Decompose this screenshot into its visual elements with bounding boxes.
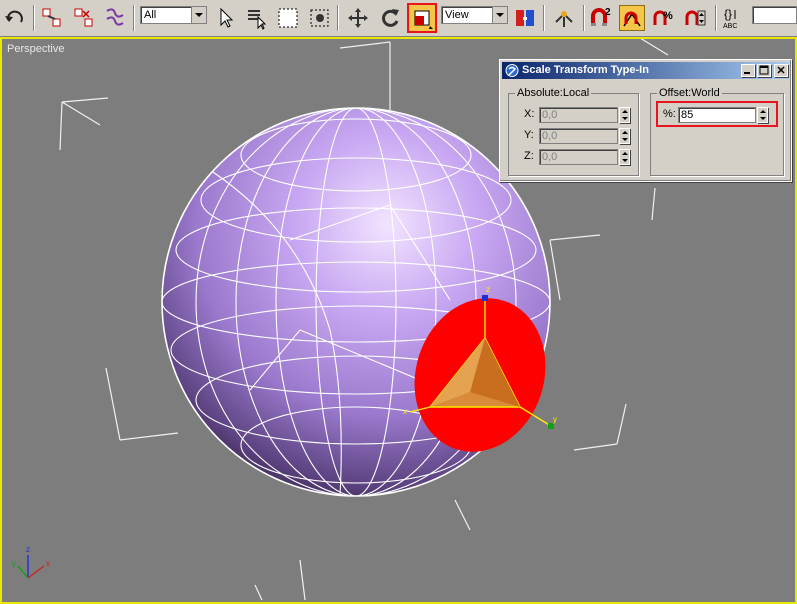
select-and-manipulate-icon[interactable]: [551, 5, 577, 31]
absolute-x-input[interactable]: 0,0: [539, 107, 618, 123]
bind-to-space-warp-icon[interactable]: [103, 5, 129, 31]
dialog-title: Scale Transform Type-In: [522, 64, 649, 76]
svg-text:{}: {}: [724, 7, 732, 21]
absolute-y-spinner[interactable]: [619, 128, 630, 144]
minimize-icon: [744, 72, 750, 74]
offset-percent-highlight: [656, 101, 778, 127]
selection-filter-value: All: [144, 9, 157, 21]
absolute-x-spinner[interactable]: [619, 107, 630, 123]
maximize-icon: [759, 65, 769, 75]
select-and-link-icon[interactable]: [39, 5, 65, 31]
undo-icon[interactable]: [2, 5, 28, 31]
z-label: Z:: [524, 150, 534, 162]
viewport-label[interactable]: Perspective: [7, 43, 64, 55]
spell-label: ABC: [723, 23, 737, 30]
edit-named-selection-sets-icon[interactable]: {} ABC: [721, 5, 747, 31]
percent-snap-label: %: [663, 10, 673, 22]
snaps-toggle-icon[interactable]: 2: [588, 5, 614, 31]
toolbar-separator: [543, 5, 545, 31]
maximize-button[interactable]: [757, 64, 771, 77]
absolute-z-spinner[interactable]: [619, 149, 630, 165]
toolbar-separator: [715, 5, 717, 31]
absolute-z-input[interactable]: 0,0: [539, 149, 618, 165]
window-crossing-icon[interactable]: [307, 5, 333, 31]
svg-text:2: 2: [605, 7, 611, 18]
select-and-rotate-icon[interactable]: [377, 5, 403, 31]
toolbar-separator: [583, 5, 585, 31]
percent-snap-toggle-icon[interactable]: %: [651, 5, 677, 31]
toolbar-separator: [337, 5, 339, 31]
select-and-move-icon[interactable]: [345, 5, 371, 31]
x-label: X:: [524, 108, 535, 120]
reference-coordinate-system-value: View: [445, 9, 469, 21]
select-by-name-icon[interactable]: [243, 5, 269, 31]
app-logo-icon: [505, 64, 519, 77]
absolute-local-group: Absolute:Local X: 0,0 Y: 0,0 Z: 0,0: [508, 87, 639, 176]
chevron-down-icon[interactable]: [191, 7, 206, 23]
spinner-snap-toggle-icon[interactable]: [683, 5, 709, 31]
toolbar-separator: [33, 5, 35, 31]
select-object-icon[interactable]: [212, 5, 238, 31]
select-and-scale-icon[interactable]: [407, 3, 437, 33]
y-label: Y:: [524, 129, 534, 141]
angle-snap-toggle-icon[interactable]: [619, 5, 645, 31]
minimize-button[interactable]: [741, 64, 755, 77]
absolute-y-input[interactable]: 0,0: [539, 128, 618, 144]
close-button[interactable]: [774, 64, 788, 77]
offset-world-title: Offset:World: [657, 87, 722, 99]
chevron-down-icon[interactable]: [492, 7, 507, 23]
unlink-selection-icon[interactable]: [71, 5, 97, 31]
main-toolbar: All View 2 % {} ABC: [0, 0, 797, 37]
named-selection-set-input[interactable]: [752, 6, 797, 24]
close-icon: [777, 66, 785, 74]
toolbar-separator: [133, 5, 135, 31]
rectangular-selection-region-icon[interactable]: [275, 5, 301, 31]
dialog-title-bar[interactable]: Scale Transform Type-In: [502, 62, 789, 79]
use-pivot-point-center-icon[interactable]: [512, 5, 538, 31]
selection-filter-dropdown[interactable]: All: [140, 6, 207, 24]
absolute-local-title: Absolute:Local: [515, 87, 592, 99]
reference-coordinate-system-dropdown[interactable]: View: [441, 6, 508, 24]
